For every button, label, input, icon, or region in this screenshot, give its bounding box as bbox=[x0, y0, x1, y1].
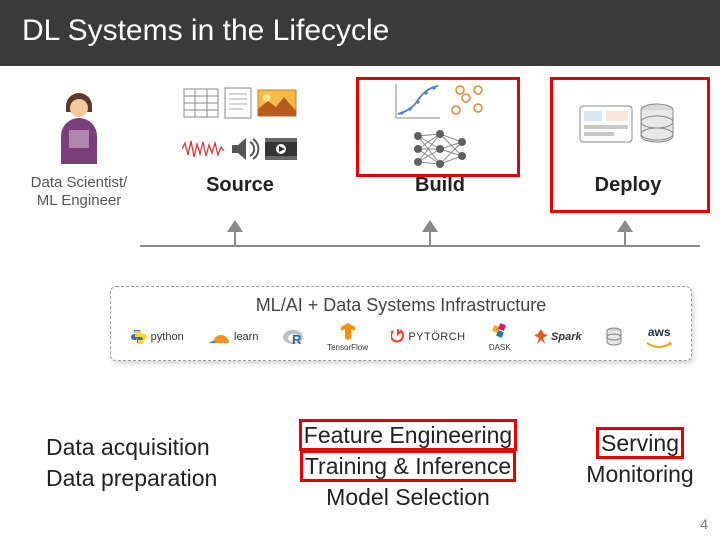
arrow-stem bbox=[624, 232, 626, 246]
notes-source: Data acquisition Data preparation bbox=[46, 432, 266, 494]
highlight-build-icons bbox=[356, 77, 520, 177]
dask-icon bbox=[491, 322, 509, 340]
image-icon bbox=[257, 89, 297, 117]
python-label: python bbox=[151, 331, 184, 343]
connector-line bbox=[140, 245, 700, 247]
aws-smile-icon bbox=[646, 342, 672, 350]
note-line: Data acquisition bbox=[46, 434, 210, 460]
page-title: DL Systems in the Lifecycle bbox=[22, 14, 389, 47]
tensorflow-label: TensorFlow bbox=[327, 343, 368, 352]
tensorflow-icon bbox=[339, 322, 357, 340]
sklearn-icon bbox=[207, 329, 231, 345]
note-highlighted: Training & Inference bbox=[300, 450, 516, 482]
title-bar: DL Systems in the Lifecycle bbox=[0, 0, 720, 66]
person-icon bbox=[49, 84, 109, 164]
dask-label: DASK bbox=[489, 343, 511, 352]
infra-logo-row: python learn R TensorFlow PYTÖRCH DASK S… bbox=[121, 322, 681, 352]
notes-deploy: Serving Monitoring bbox=[570, 428, 710, 490]
notes-area: Data acquisition Data preparation Featur… bbox=[0, 420, 720, 540]
table-icon bbox=[183, 88, 219, 118]
arrow-stem bbox=[429, 232, 431, 246]
source-label: Source bbox=[160, 174, 320, 197]
spark-label: Spark bbox=[551, 331, 582, 343]
pytorch-label: PYTÖRCH bbox=[408, 331, 465, 343]
page-number: 4 bbox=[700, 516, 708, 532]
note-highlighted: Feature Engineering bbox=[299, 419, 517, 451]
arrow-to-deploy bbox=[617, 220, 633, 232]
lifecycle-stages: Data Scientist/ ML Engineer Source bbox=[0, 72, 720, 262]
role-line2: ML Engineer bbox=[37, 192, 122, 209]
note-highlighted: Serving bbox=[596, 427, 684, 459]
r-logo: R bbox=[282, 328, 304, 346]
document-icon bbox=[223, 86, 253, 120]
python-logo: python bbox=[130, 328, 184, 346]
note-line: Model Selection bbox=[326, 484, 490, 510]
source-column: Source bbox=[160, 78, 320, 197]
role-line1: Data Scientist/ bbox=[31, 174, 128, 191]
stage-connector-bar bbox=[140, 220, 700, 250]
role-label: Data Scientist/ ML Engineer bbox=[14, 174, 144, 210]
pytorch-icon bbox=[391, 328, 405, 346]
role-icons bbox=[14, 78, 144, 170]
build-label: Build bbox=[360, 174, 520, 197]
arrow-to-build bbox=[422, 220, 438, 232]
waveform-icon bbox=[182, 139, 226, 159]
spark-icon bbox=[534, 328, 548, 346]
pytorch-logo: PYTÖRCH bbox=[391, 328, 465, 346]
infrastructure-panel: ML/AI + Data Systems Infrastructure pyth… bbox=[110, 286, 692, 361]
python-icon bbox=[130, 328, 148, 346]
video-icon bbox=[264, 137, 298, 161]
note-line: Monitoring bbox=[586, 461, 693, 487]
db-generic-logo bbox=[605, 327, 623, 347]
dask-logo: DASK bbox=[489, 322, 511, 352]
sklearn-label: learn bbox=[234, 331, 258, 343]
r-icon: R bbox=[282, 328, 304, 346]
notes-build: Feature Engineering Training & Inference… bbox=[278, 420, 538, 513]
aws-label: aws bbox=[648, 325, 671, 339]
spark-logo: Spark bbox=[534, 328, 582, 346]
role-column: Data Scientist/ ML Engineer bbox=[14, 78, 144, 210]
note-line: Data preparation bbox=[46, 465, 217, 491]
arrow-stem bbox=[234, 232, 236, 246]
sklearn-logo: learn bbox=[207, 329, 258, 345]
tensorflow-logo: TensorFlow bbox=[327, 322, 368, 352]
database-small-icon bbox=[605, 327, 623, 347]
source-icons bbox=[160, 78, 320, 170]
aws-logo: aws bbox=[646, 325, 672, 350]
arrow-to-source bbox=[227, 220, 243, 232]
highlight-deploy-stage bbox=[550, 77, 710, 213]
speaker-icon bbox=[230, 136, 260, 162]
infra-title: ML/AI + Data Systems Infrastructure bbox=[121, 295, 681, 316]
svg-text:R: R bbox=[292, 332, 302, 346]
